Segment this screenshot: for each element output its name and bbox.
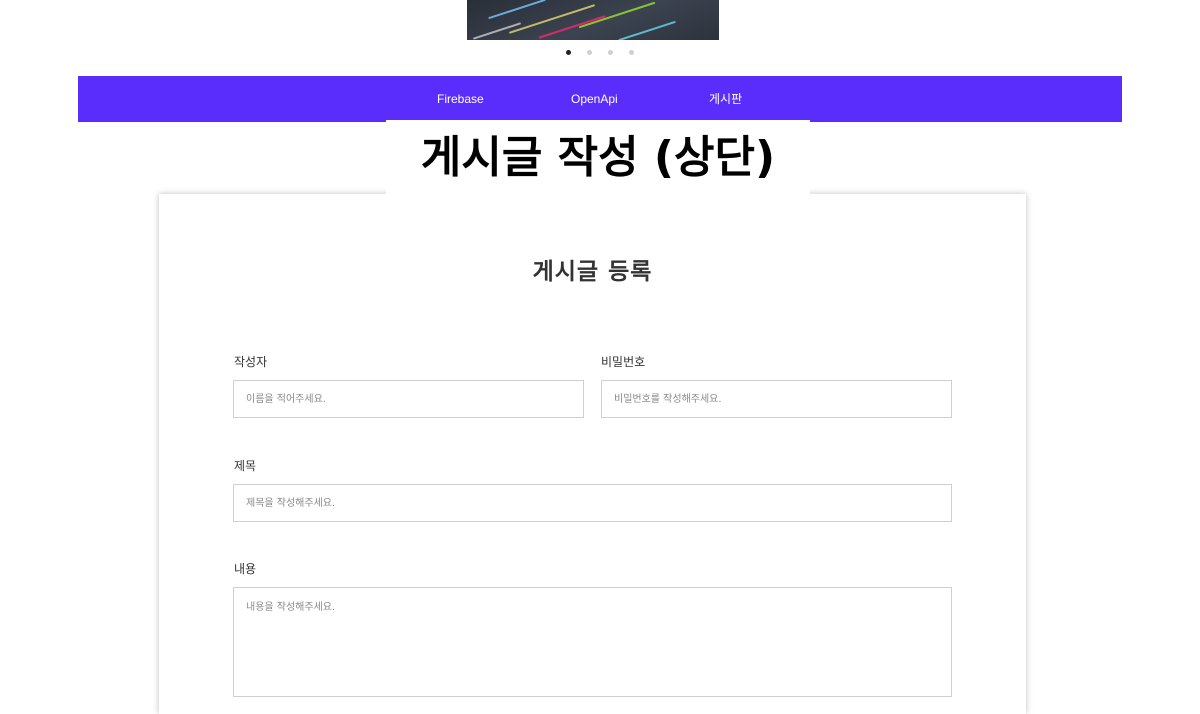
author-label: 작성자 — [234, 355, 268, 369]
content-textarea[interactable] — [233, 587, 952, 697]
author-input[interactable] — [233, 380, 584, 418]
post-form-card: 게시글 등록 작성자 비밀번호 제목 내용 — [159, 194, 1026, 714]
carousel-dot-2[interactable] — [587, 50, 592, 55]
password-label: 비밀번호 — [601, 355, 646, 369]
subject-label: 제목 — [234, 459, 257, 473]
caption-overlay: 게시글 작성 (상단) — [386, 120, 810, 196]
password-input[interactable] — [601, 380, 952, 418]
carousel-pagination — [0, 50, 1200, 55]
form-title: 게시글 등록 — [532, 259, 653, 285]
nav-item-openapi[interactable]: OpenApi — [571, 76, 618, 122]
nav-item-board[interactable]: 게시판 — [709, 76, 742, 122]
carousel-dot-3[interactable] — [608, 50, 613, 55]
carousel-dot-4[interactable] — [629, 50, 634, 55]
main-nav: Firebase OpenApi 게시판 — [78, 76, 1122, 122]
carousel-dot-1[interactable] — [566, 50, 571, 55]
subject-input[interactable] — [233, 484, 952, 522]
content-label: 내용 — [234, 562, 257, 576]
nav-item-firebase[interactable]: Firebase — [437, 76, 484, 122]
carousel-banner-image — [467, 0, 719, 40]
